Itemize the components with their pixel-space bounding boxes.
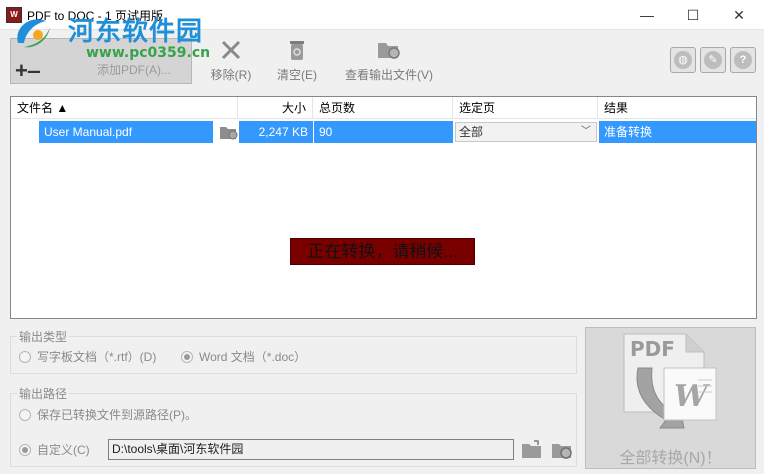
radio-custom-dot bbox=[19, 444, 31, 456]
settings-button[interactable]: ✎ bbox=[700, 47, 726, 73]
radio-source-path[interactable]: 保存已转换文件到源路径(P)。 bbox=[19, 408, 197, 422]
app-icon: W bbox=[6, 7, 22, 23]
table-header: 文件名 ▲ 大小 总页数 选定页 结果 bbox=[11, 97, 756, 119]
col-total-pages[interactable]: 总页数 bbox=[313, 97, 453, 119]
page-select-dropdown[interactable]: 全部 ﹀ bbox=[454, 121, 598, 143]
add-pdf-button[interactable]: +‒ 添加PDF(A)... bbox=[10, 38, 192, 84]
radio-rtf[interactable]: 写字板文档（*.rtf）(D) bbox=[19, 350, 156, 364]
maximize-button[interactable]: ☐ bbox=[670, 0, 716, 30]
folder-icon bbox=[220, 127, 238, 140]
chevron-down-icon: ﹀ bbox=[581, 126, 591, 137]
open-folder-button[interactable] bbox=[214, 121, 238, 143]
view-output-button[interactable]: 查看输出文件(V) bbox=[340, 38, 438, 83]
radio-source-dot bbox=[19, 409, 31, 421]
row-pages: 90 bbox=[314, 121, 453, 143]
remove-icon bbox=[221, 40, 241, 60]
settings-icon: ✎ bbox=[704, 51, 722, 69]
radio-custom-path[interactable]: 自定义(C) bbox=[19, 443, 90, 457]
view-output-label: 查看输出文件(V) bbox=[345, 68, 433, 82]
row-filename: User Manual.pdf bbox=[39, 121, 213, 143]
radio-custom-label: 自定义(C) bbox=[37, 443, 90, 457]
toolbar: +‒ 添加PDF(A)... 移除(R) 清空(E) 查看输出文件(V) ◍ ✎… bbox=[0, 30, 764, 90]
minimize-button[interactable]: — bbox=[624, 0, 670, 30]
file-table: 文件名 ▲ 大小 总页数 选定页 结果 User Manual.pdf 2,24… bbox=[10, 96, 757, 319]
radio-rtf-label: 写字板文档（*.rtf）(D) bbox=[37, 350, 157, 364]
row-result: 准备转换 bbox=[599, 121, 756, 143]
folder-search-icon bbox=[378, 43, 400, 59]
row-size: 2,247 KB bbox=[239, 121, 313, 143]
output-path-title: 输出路径 bbox=[17, 385, 70, 402]
help-icon: ? bbox=[734, 51, 752, 69]
col-filename[interactable]: 文件名 ▲ bbox=[11, 97, 238, 119]
add-pdf-label: 添加PDF(A)... bbox=[97, 63, 171, 77]
add-icon: +‒ bbox=[15, 58, 41, 83]
clear-label: 清空(E) bbox=[277, 68, 317, 82]
output-path-group: 输出路径 保存已转换文件到源路径(P)。 自定义(C) D:\tools\桌面\… bbox=[10, 385, 577, 467]
radio-doc-dot bbox=[181, 351, 193, 363]
convert-all-button[interactable]: PDF W 全部转换(N)！ bbox=[585, 327, 756, 469]
col-result[interactable]: 结果 bbox=[598, 97, 756, 119]
output-type-group: 输出类型 写字板文档（*.rtf）(D) Word 文档（*.doc） bbox=[10, 328, 577, 374]
col-selected-pages[interactable]: 选定页 bbox=[453, 97, 598, 119]
page-select-value: 全部 bbox=[459, 125, 484, 139]
pdf-to-word-icon: PDF W bbox=[623, 333, 717, 429]
window-title: PDF to DOC - 1 页试用版 bbox=[27, 9, 164, 23]
pdf-logo-text: PDF bbox=[630, 337, 675, 361]
recycle-bin-icon bbox=[290, 41, 304, 60]
svg-text:W: W bbox=[674, 379, 711, 414]
open-output-folder-icon[interactable] bbox=[550, 438, 574, 462]
col-size[interactable]: 大小 bbox=[238, 97, 313, 119]
remove-label: 移除(R) bbox=[210, 68, 252, 82]
radio-source-label: 保存已转换文件到源路径(P)。 bbox=[37, 408, 197, 422]
converting-status: 正在转换，请稍候... bbox=[290, 238, 475, 265]
browse-folder-icon[interactable] bbox=[520, 438, 544, 462]
globe-icon: ◍ bbox=[674, 51, 692, 69]
page-select-box[interactable]: 全部 ﹀ bbox=[455, 122, 597, 142]
help-button[interactable]: ? bbox=[730, 47, 756, 73]
title-bar: W PDF to DOC - 1 页试用版 — ☐ ✕ bbox=[0, 0, 764, 30]
close-button[interactable]: ✕ bbox=[716, 0, 762, 30]
radio-doc-label: Word 文档（*.doc） bbox=[199, 350, 307, 364]
globe-button[interactable]: ◍ bbox=[670, 47, 696, 73]
output-type-title: 输出类型 bbox=[17, 328, 70, 345]
output-path-field[interactable]: D:\tools\桌面\河东软件园 bbox=[108, 439, 514, 460]
clear-button[interactable]: 清空(E) bbox=[274, 38, 320, 83]
radio-rtf-dot bbox=[19, 351, 31, 363]
radio-doc[interactable]: Word 文档（*.doc） bbox=[181, 350, 306, 364]
table-row[interactable]: User Manual.pdf 2,247 KB 90 全部 ﹀ 准备转换 bbox=[11, 121, 756, 143]
remove-button[interactable]: 移除(R) bbox=[208, 38, 254, 83]
convert-all-label: 全部转换(N)！ bbox=[619, 450, 722, 467]
